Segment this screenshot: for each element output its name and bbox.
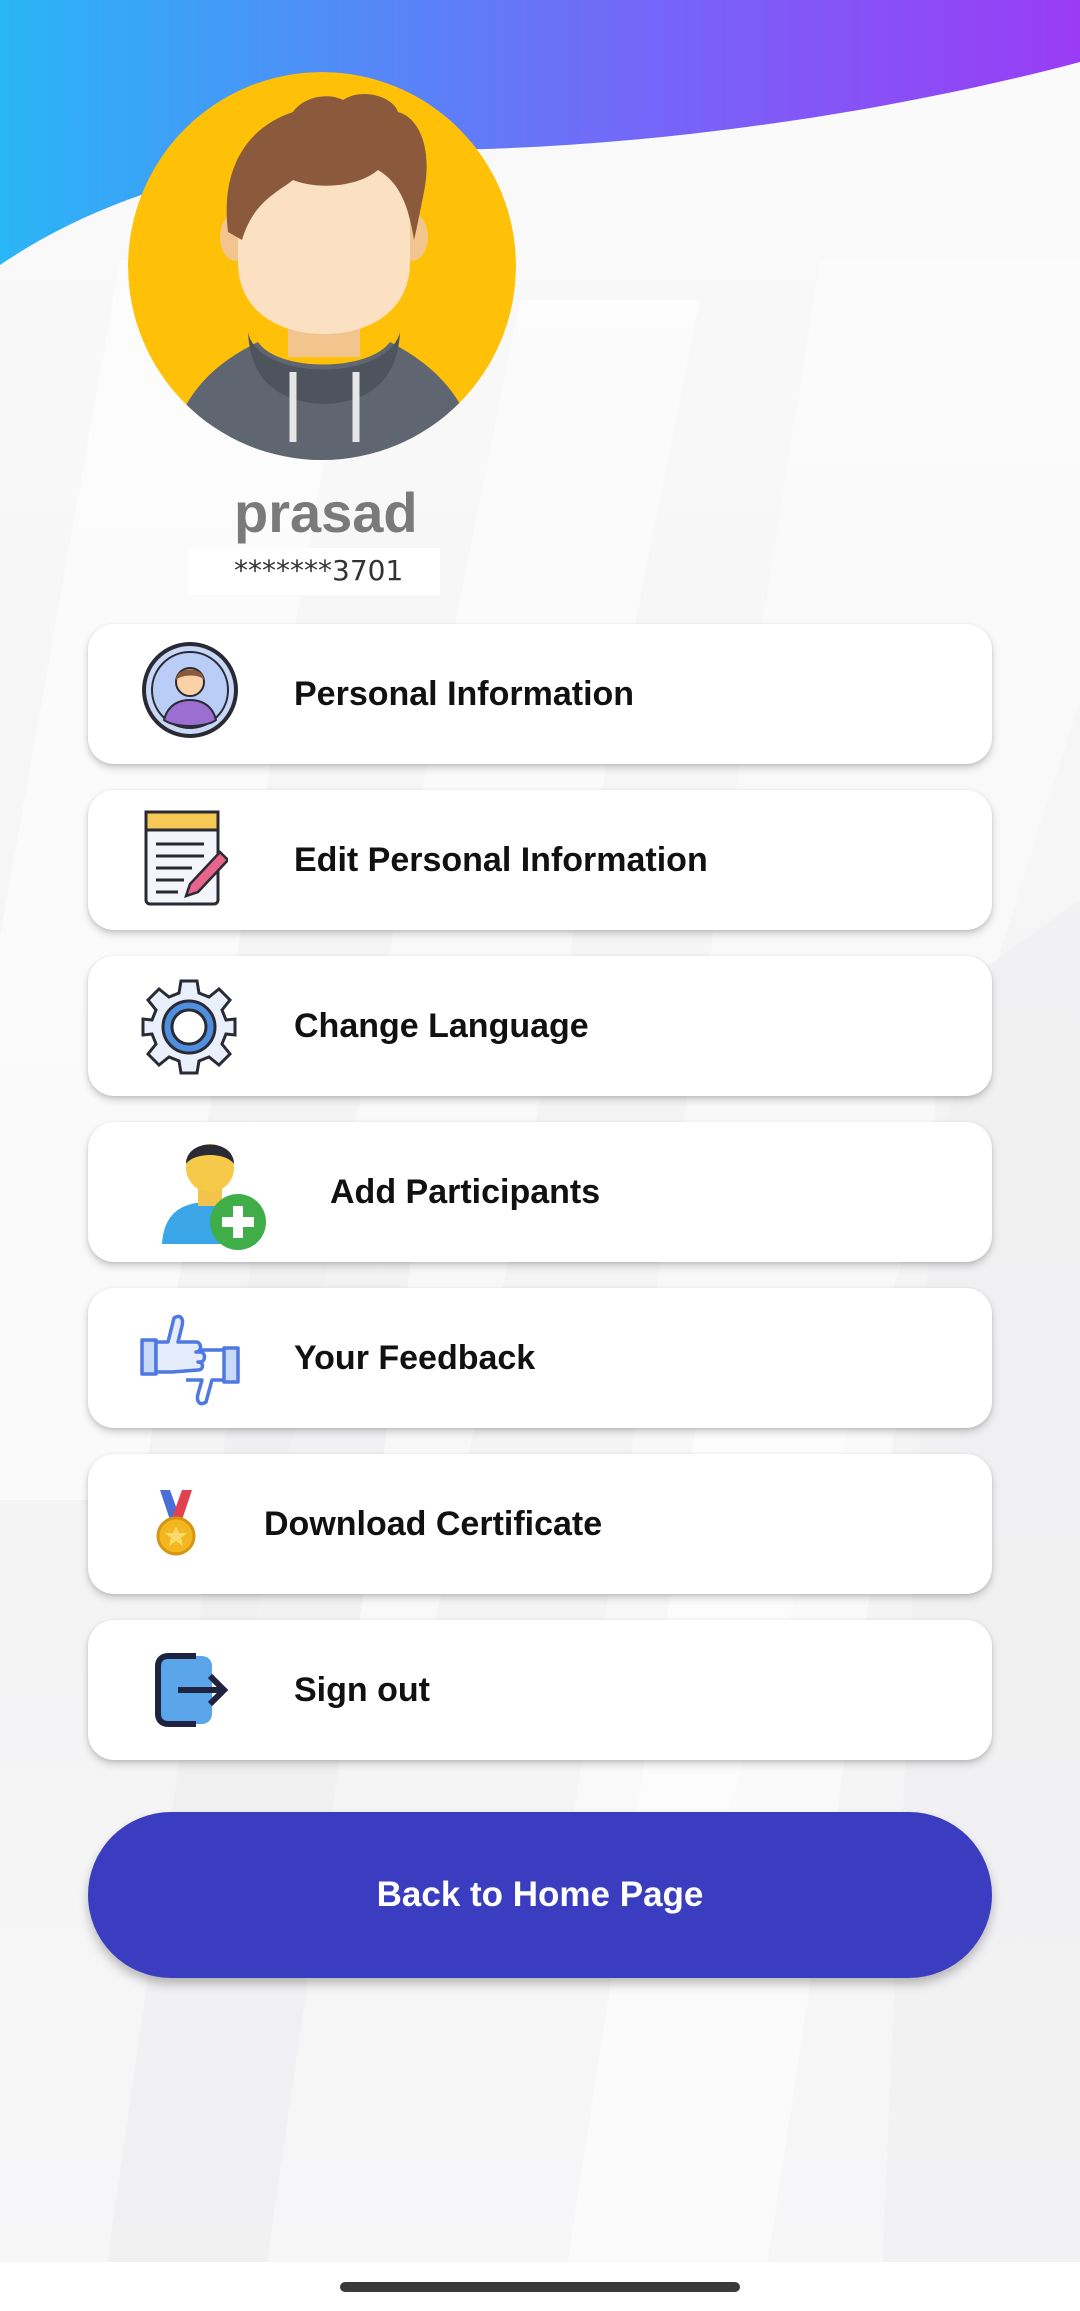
medal-icon — [154, 1490, 198, 1558]
your-feedback-label: Your Feedback — [294, 1339, 536, 1377]
add-participants-label: Add Participants — [330, 1173, 601, 1211]
sign-out-item[interactable]: Sign out — [88, 1620, 992, 1760]
your-feedback-item[interactable]: Your Feedback — [88, 1288, 992, 1428]
avatar-illustration-icon — [128, 72, 516, 460]
edit-personal-information-label: Edit Personal Information — [294, 841, 708, 879]
download-certificate-item[interactable]: Download Certificate — [88, 1454, 992, 1594]
back-to-home-button[interactable]: Back to Home Page — [88, 1812, 992, 1978]
gear-icon — [140, 978, 238, 1076]
home-indicator[interactable] — [340, 2282, 740, 2292]
system-navigation-bar — [0, 2262, 1080, 2311]
sign-out-label: Sign out — [294, 1671, 430, 1709]
personal-information-label: Personal Information — [294, 675, 635, 713]
user-name: prasad — [234, 481, 418, 544]
edit-personal-information-item[interactable]: Edit Personal Information — [88, 790, 992, 930]
profile-screen: prasad *******3701 Personal Information — [0, 0, 1080, 2311]
profile-avatar — [128, 72, 516, 460]
change-language-item[interactable]: Change Language — [88, 956, 992, 1096]
change-language-label: Change Language — [294, 1007, 589, 1045]
personal-information-item[interactable]: Personal Information — [88, 624, 992, 764]
profile-menu: Personal Information Edit Personal Infor… — [88, 624, 992, 1786]
sign-out-icon — [152, 1648, 232, 1732]
user-circle-icon — [140, 640, 240, 740]
user-phone-masked: *******3701 — [188, 548, 440, 595]
add-participants-item[interactable]: Add Participants — [88, 1122, 992, 1262]
add-user-icon — [160, 1132, 272, 1254]
download-certificate-label: Download Certificate — [264, 1505, 603, 1543]
notepad-pencil-icon — [142, 808, 230, 908]
thumbs-up-down-icon — [140, 1308, 240, 1408]
